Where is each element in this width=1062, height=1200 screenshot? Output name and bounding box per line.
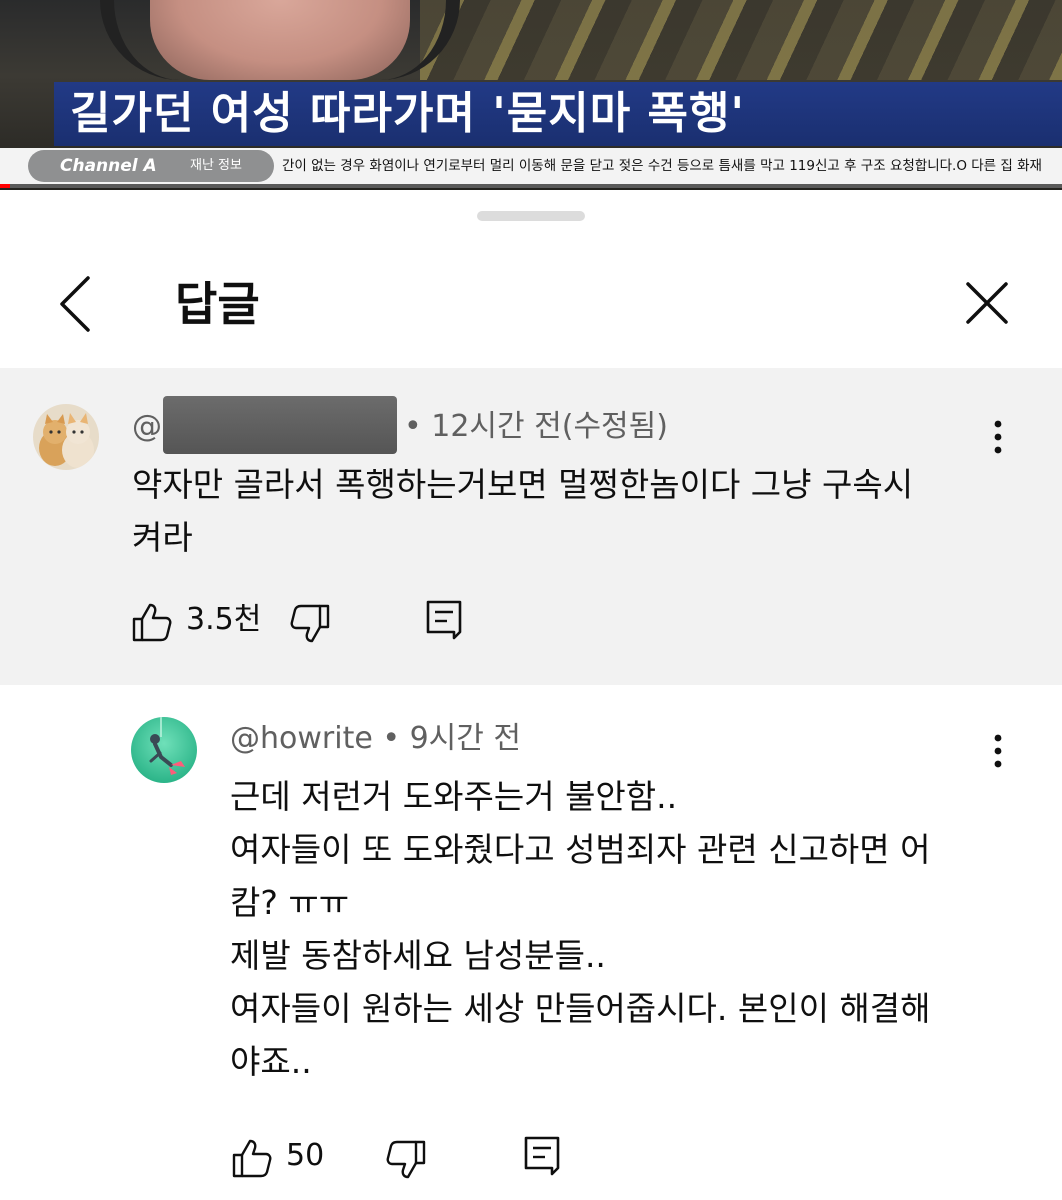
reply-button[interactable] <box>522 1134 562 1178</box>
reply-body: 근데 저런거 도와주는거 불안함.. 여자들이 또 도와줬다고 성범죄자 관련 … <box>230 770 1000 1088</box>
more-options-button[interactable] <box>978 412 1018 462</box>
thumbs-down-icon <box>290 604 330 643</box>
video-presenter <box>150 0 410 80</box>
comment-author[interactable]: @ <box>132 404 162 450</box>
cat-avatar-icon <box>33 404 99 470</box>
diver-avatar-icon <box>131 717 197 783</box>
close-icon <box>966 282 1008 324</box>
reply-line: 여자들이 또 도와줬다고 성범죄자 관련 신고하면 어 <box>230 830 931 869</box>
video-background <box>420 0 1062 80</box>
reply-timestamp: • 9시간 전 <box>382 721 521 756</box>
like-button[interactable] <box>230 1136 274 1180</box>
like-count: 3.5천 <box>186 602 262 637</box>
reply-line: 근데 저런거 도와주는거 불안함.. <box>230 777 678 816</box>
sheet-drag-handle[interactable] <box>477 211 585 221</box>
avatar[interactable] <box>33 404 99 470</box>
avatar[interactable] <box>131 717 197 783</box>
ticker-label: 재난 정보 <box>190 158 242 173</box>
ticker-text: 간이 없는 경우 화염이나 연기로부터 멀리 이동해 문을 닫고 젖은 수건 등… <box>282 158 1042 174</box>
like-button[interactable] <box>130 600 174 644</box>
reply-line: 여자들이 원하는 세상 만들어줍시다. 본인이 해결해 <box>230 989 931 1028</box>
sheet-title: 답글 <box>175 277 260 331</box>
chevron-left-icon <box>60 276 90 332</box>
comment-icon <box>426 600 462 640</box>
thumbs-up-icon <box>132 603 172 642</box>
thumbs-up-icon <box>232 1139 272 1178</box>
reply-line: 야죠.. <box>230 1042 312 1081</box>
reply-author[interactable]: @howrite • 9시간 전 <box>230 716 521 762</box>
news-headline: 길가던 여성 따라가며 '묻지마 폭행' <box>70 88 745 139</box>
video-progress-bar[interactable] <box>0 184 1062 188</box>
back-button[interactable] <box>50 272 106 336</box>
thumbs-down-icon <box>386 1140 426 1179</box>
video-progress-fill <box>0 184 10 188</box>
more-vertical-icon <box>994 734 1002 768</box>
reply-line: 캄? ㅠㅠ <box>230 883 350 922</box>
comment-body: 약자만 골라서 폭행하는거보면 멀쩡한놈이다 그냥 구속시 켜라 <box>132 458 1002 564</box>
comment-icon <box>524 1136 560 1176</box>
more-vertical-icon <box>994 420 1002 454</box>
comment-line: 켜라 <box>132 518 193 557</box>
reply-line: 제발 동참하세요 남성분들.. <box>230 936 606 975</box>
reply-author-handle[interactable]: @howrite <box>230 721 373 756</box>
close-button[interactable] <box>958 274 1016 332</box>
channel-logo: Channel A <box>60 156 157 176</box>
more-options-button[interactable] <box>978 726 1018 776</box>
dislike-button[interactable] <box>288 602 332 646</box>
redacted-username <box>163 396 397 454</box>
comment-timestamp: • 12시간 전(수정됨) <box>404 409 668 444</box>
like-count: 50 <box>286 1138 325 1173</box>
reply-button[interactable] <box>424 598 464 642</box>
dislike-button[interactable] <box>384 1138 428 1182</box>
comment-line: 약자만 골라서 폭행하는거보면 멀쩡한놈이다 그냥 구속시 <box>132 465 914 504</box>
